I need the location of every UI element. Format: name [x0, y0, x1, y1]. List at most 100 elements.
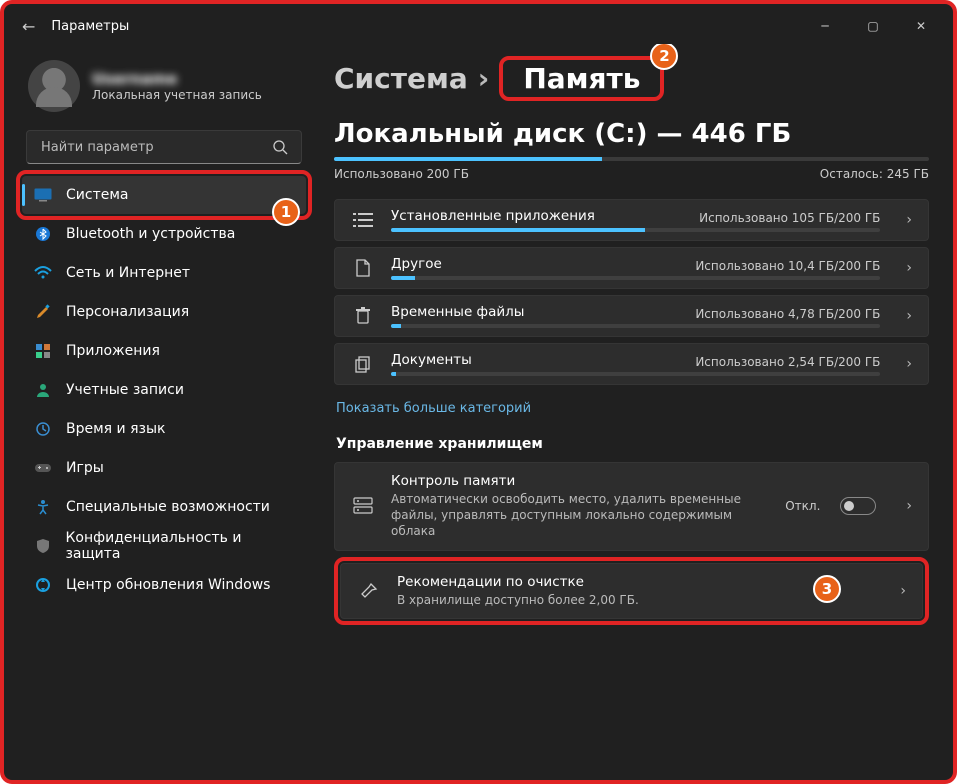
- nav-label: Игры: [66, 460, 104, 476]
- nav-label: Конфиденциальность и защита: [65, 530, 294, 562]
- titlebar: ← Параметры ─ ▢ ✕: [4, 4, 953, 44]
- storage-sense[interactable]: Контроль памяти Автоматически освободить…: [334, 462, 929, 551]
- shield-icon: [34, 537, 51, 555]
- trash-icon: [351, 304, 375, 328]
- avatar: [28, 60, 80, 112]
- category-bar: [391, 372, 880, 376]
- category-bar: [391, 228, 880, 232]
- recommendations-sub: В хранилище доступно более 2,00 ГБ.: [397, 592, 874, 608]
- marker-1: 1: [272, 198, 300, 226]
- globe-clock-icon: [34, 420, 52, 438]
- disk-title: Локальный диск (C:) — 446 ГБ: [334, 119, 929, 149]
- category-title: Установленные приложения: [391, 208, 595, 224]
- user-sub: Локальная учетная запись: [92, 88, 262, 102]
- disk-progress-fill: [334, 157, 602, 161]
- wifi-icon: [34, 264, 52, 282]
- chevron-right-icon: ›: [906, 260, 912, 276]
- minimize-button[interactable]: ─: [815, 19, 835, 33]
- storage-sense-sub: Автоматически освободить место, удалить …: [391, 491, 769, 540]
- category-other[interactable]: Другое Использовано 10,4 ГБ/200 ГБ ›: [334, 247, 929, 289]
- toggle-state: Откл.: [785, 499, 820, 513]
- nav-label: Сеть и Интернет: [66, 265, 190, 281]
- category-documents[interactable]: Документы Использовано 2,54 ГБ/200 ГБ ›: [334, 343, 929, 385]
- chevron-right-icon: ›: [906, 212, 912, 228]
- user-account[interactable]: Username Локальная учетная запись: [28, 60, 306, 112]
- category-title: Временные файлы: [391, 304, 524, 320]
- apps-icon: [34, 342, 52, 360]
- category-bar: [391, 324, 880, 328]
- nav-label: Bluetooth и устройства: [66, 226, 235, 242]
- storage-sense-toggle[interactable]: [840, 497, 876, 515]
- category-usage: Использовано 2,54 ГБ/200 ГБ: [695, 355, 880, 369]
- category-title: Другое: [391, 256, 442, 272]
- nav-label: Время и язык: [66, 421, 165, 437]
- search-input[interactable]: [39, 139, 271, 156]
- category-temp[interactable]: Временные файлы Использовано 4,78 ГБ/200…: [334, 295, 929, 337]
- bluetooth-icon: [34, 225, 52, 243]
- nav-label: Специальные возможности: [66, 499, 270, 515]
- disk-info: Использовано 200 ГБ Осталось: 245 ГБ: [334, 167, 929, 181]
- maximize-button[interactable]: ▢: [863, 19, 883, 33]
- breadcrumb-parent[interactable]: Система: [334, 62, 468, 95]
- breadcrumb-current: Память: [513, 60, 650, 97]
- category-usage: Использовано 105 ГБ/200 ГБ: [699, 211, 880, 225]
- category-usage: Использовано 4,78 ГБ/200 ГБ: [695, 307, 880, 321]
- accessibility-icon: [34, 498, 52, 516]
- recommendations-title: Рекомендации по очистке: [397, 574, 874, 590]
- update-icon: [34, 576, 52, 594]
- settings-window: ← Параметры ─ ▢ ✕ Username Локальная уче…: [0, 0, 957, 784]
- breadcrumb: Система › Память 2: [334, 56, 929, 101]
- monitor-icon: [34, 186, 52, 204]
- nav-label: Центр обновления Windows: [66, 577, 270, 593]
- category-usage: Использовано 10,4 ГБ/200 ГБ: [695, 259, 880, 273]
- highlight-marker-2: Память 2: [499, 56, 664, 101]
- chevron-right-icon: ›: [906, 308, 912, 324]
- nav-gaming[interactable]: Игры: [22, 449, 306, 487]
- category-title: Документы: [391, 352, 472, 368]
- nav-privacy[interactable]: Конфиденциальность и защита: [22, 527, 306, 565]
- nav-label: Система: [66, 187, 128, 203]
- chevron-right-icon: ›: [478, 62, 490, 95]
- gamepad-icon: [34, 459, 52, 477]
- person-icon: [34, 381, 52, 399]
- back-button[interactable]: ←: [22, 17, 35, 36]
- nav-network[interactable]: Сеть и Интернет: [22, 254, 306, 292]
- show-more-link[interactable]: Показать больше категорий: [336, 401, 531, 416]
- search-icon: [271, 138, 289, 156]
- nav-label: Приложения: [66, 343, 160, 359]
- nav-time-language[interactable]: Время и язык: [22, 410, 306, 448]
- nav-accessibility[interactable]: Специальные возможности: [22, 488, 306, 526]
- disk-used: Использовано 200 ГБ: [334, 167, 469, 181]
- nav-personalization[interactable]: Персонализация: [22, 293, 306, 331]
- window-controls: ─ ▢ ✕: [815, 19, 943, 33]
- nav-system[interactable]: Система: [22, 176, 306, 214]
- nav: 1 Система Bluetooth и устройства Сеть и …: [22, 176, 306, 604]
- close-button[interactable]: ✕: [911, 19, 931, 33]
- chevron-right-icon: ›: [906, 498, 912, 514]
- section-title: Управление хранилищем: [336, 436, 929, 452]
- category-apps[interactable]: Установленные приложения Использовано 10…: [334, 199, 929, 241]
- chevron-right-icon: ›: [906, 356, 912, 372]
- marker-2: 2: [650, 44, 678, 70]
- document-icon: [351, 352, 375, 376]
- search-box[interactable]: [26, 130, 302, 164]
- nav-label: Персонализация: [66, 304, 189, 320]
- sidebar: Username Локальная учетная запись 1 Сист…: [4, 44, 314, 780]
- nav-accounts[interactable]: Учетные записи: [22, 371, 306, 409]
- broom-icon: [357, 579, 381, 603]
- storage-sense-title: Контроль памяти: [391, 473, 769, 489]
- nav-bluetooth[interactable]: Bluetooth и устройства: [22, 215, 306, 253]
- category-bar: [391, 276, 880, 280]
- marker-3: 3: [813, 575, 841, 603]
- chevron-right-icon: ›: [900, 583, 906, 599]
- nav-label: Учетные записи: [66, 382, 184, 398]
- nav-update[interactable]: Центр обновления Windows: [22, 566, 306, 604]
- disk-free: Осталось: 245 ГБ: [820, 167, 929, 181]
- nav-apps[interactable]: Приложения: [22, 332, 306, 370]
- user-name: Username: [92, 70, 262, 88]
- list-icon: [351, 208, 375, 232]
- file-icon: [351, 256, 375, 280]
- drive-icon: [351, 494, 375, 518]
- highlight-marker-3: Рекомендации по очистке В хранилище дост…: [334, 557, 929, 625]
- main-content: Система › Память 2 Локальный диск (C:) —…: [314, 44, 953, 780]
